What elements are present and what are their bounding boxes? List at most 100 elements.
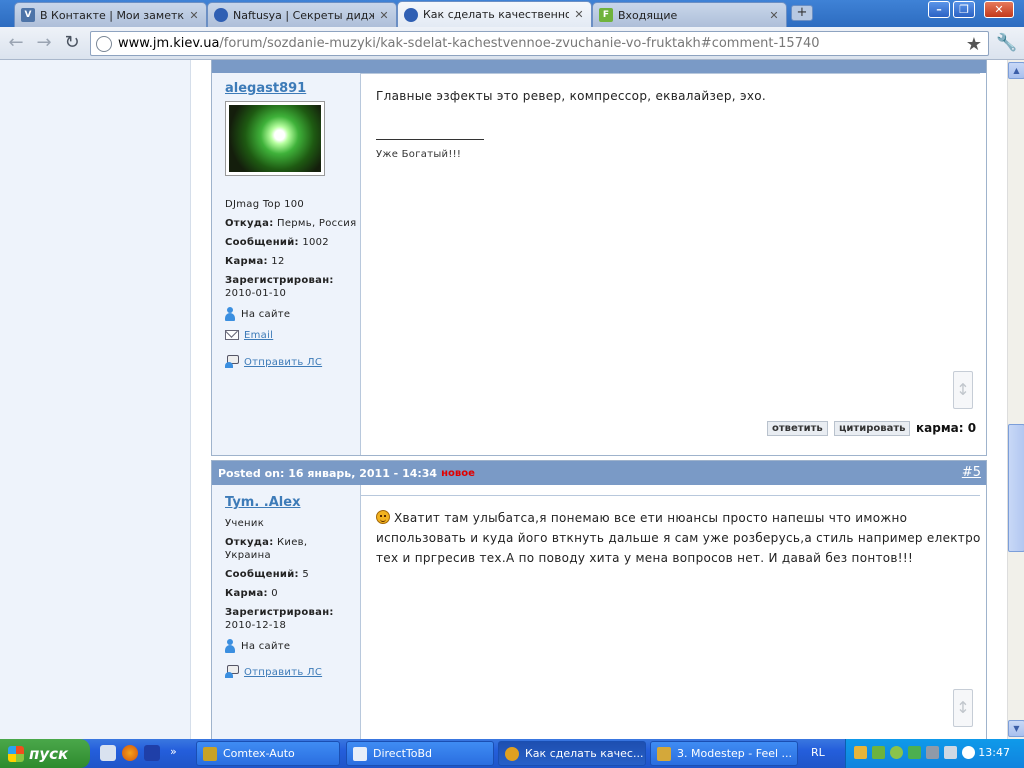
taskbar-item[interactable]: Comtex-Auto [196,741,340,766]
system-tray: 13:47 [845,739,1024,768]
tab-title: В Контакте | Мои заметки [40,8,184,22]
taskbar: пуск » Comtex-Auto DirectToBd Как сделат… [0,739,1024,768]
back-button[interactable]: ← [5,33,27,55]
reply-button[interactable]: ответить [767,421,828,436]
author-karma: Карма: 0 [225,588,278,599]
tab-active-page[interactable]: Как сделать качественное ✕ [397,1,592,27]
user-online-icon [225,307,235,321]
online-status: На сайте [225,639,290,653]
post-body: Tym. .Alex Ученик Откуда: Киев, Украина С… [212,485,986,739]
author-message-count: Сообщений: 5 [225,569,309,580]
app-icon [203,746,217,761]
author-rank: Ученик [225,518,265,529]
forward-button[interactable]: → [33,33,55,55]
scroll-thumb[interactable] [1008,424,1024,552]
user-online-icon [225,639,235,653]
firefox-icon[interactable] [122,745,138,761]
url-path: /forum/sozdanie-muzyki/kak-sdelat-kaches… [219,36,820,51]
vertical-scrollbar[interactable]: ▲ ▼ [1007,60,1024,739]
taskbar-item-active[interactable]: Как сделать качес... [498,741,646,766]
tab-vkontakte[interactable]: V В Контакте | Мои заметки ✕ [14,2,207,27]
wrench-icon[interactable]: 🔧 [996,33,1017,53]
tab-inbox[interactable]: F Входящие ✕ [592,2,787,27]
tab-naftusya[interactable]: Naftusya | Секреты диджея ✕ [207,2,397,27]
author-name-link[interactable]: alegast891 [225,81,306,96]
tray-icon[interactable] [872,746,885,759]
volume-icon[interactable] [962,746,975,759]
site-favicon-icon [404,7,418,22]
url-host: www.jm.kiev.ua [118,36,220,51]
divider [361,495,980,496]
left-sidebar [0,60,191,739]
forum-content: alegast891 DJmag Top 100 Откуда: Пермь, … [191,60,1007,739]
chrome-icon [505,746,519,761]
tab-title: Входящие [618,8,678,22]
send-pm-link[interactable]: Отправить ЛС [244,667,322,678]
divider [361,73,980,74]
author-registered: Зарегистрирован: 2010-01-10 [225,275,334,299]
start-button[interactable]: пуск [0,739,90,768]
avatar [225,101,325,176]
vk-favicon-icon: V [21,8,35,22]
tray-icon[interactable] [890,746,903,759]
start-label: пуск [29,744,69,763]
post-message: Главные эзфекты это ревер, компрессор, е… [376,89,767,103]
scroll-down-button[interactable]: ▼ [1008,720,1024,737]
close-icon[interactable]: ✕ [573,8,585,21]
site-favicon-icon [214,8,228,22]
author-karma: Карма: 12 [225,256,285,267]
globe-icon [96,35,112,52]
close-icon[interactable]: ✕ [768,9,780,22]
author-name-link[interactable]: Tym. .Alex [225,495,300,510]
minimize-button[interactable]: – [928,1,950,18]
chevron-right-icon[interactable]: » [170,745,180,761]
forum-post: alegast891 DJmag Top 100 Откуда: Пермь, … [211,60,987,456]
post-permalink[interactable]: #5 [962,465,981,480]
online-status: На сайте [225,307,290,321]
close-icon[interactable]: ✕ [378,9,390,22]
author-location: Откуда: Пермь, Россия [225,218,357,229]
tray-icon[interactable] [854,746,867,759]
taskbar-item[interactable]: 3. Modestep - Feel ... [650,741,798,766]
mail-icon [225,330,239,340]
address-bar[interactable]: www.jm.kiev.ua/forum/sozdanie-muzyki/kak… [90,31,989,56]
author-rank: DJmag Top 100 [225,199,305,210]
mail-favicon-icon: F [599,8,613,22]
message-panel: Хватит там улыбатса,я понемаю все ети ню… [361,485,986,739]
app-quicklaunch-icon[interactable] [144,745,160,761]
close-window-button[interactable]: ✕ [984,1,1014,18]
author-location: Откуда: Киев, Украина [225,537,308,561]
maximize-button[interactable]: ❐ [953,1,975,18]
clock: 13:47 [978,746,1010,759]
send-pm-link[interactable]: Отправить ЛС [244,357,322,368]
bookmark-star-icon[interactable]: ★ [966,34,982,55]
network-icon[interactable] [926,746,939,759]
message-panel: Главные эзфекты это ревер, компрессор, е… [361,73,986,455]
email-link[interactable]: Email [244,330,273,341]
post-body: alegast891 DJmag Top 100 Откуда: Пермь, … [212,73,986,455]
tray-icon[interactable] [944,746,957,759]
post-signature: Уже Богатый!!! [376,149,462,160]
private-message-icon [225,355,239,369]
tab-strip: V В Контакте | Мои заметки ✕ Naftusya | … [0,0,1024,27]
language-indicator[interactable]: RL [811,746,825,759]
scroll-top-arrows-icon[interactable]: ↕ [953,371,973,409]
quote-button[interactable]: цитировать [834,421,911,436]
reload-button[interactable]: ↻ [61,33,83,55]
close-icon[interactable]: ✕ [188,9,200,22]
forum-post: Posted on: 16 январь, 2011 - 14:34 новое… [211,460,987,739]
private-message-icon [225,665,239,679]
media-player-icon [657,746,671,761]
new-badge: новое [441,467,475,479]
windows-logo-icon [8,745,24,762]
post-date: Posted on: 16 январь, 2011 - 14:34 [218,466,438,480]
window-icon [353,746,367,761]
scroll-top-arrows-icon[interactable]: ↕ [953,689,973,727]
tab-title: Naftusya | Секреты диджея [233,8,374,22]
scroll-up-button[interactable]: ▲ [1008,62,1024,79]
mail-quicklaunch-icon[interactable] [100,745,116,761]
taskbar-item[interactable]: DirectToBd [346,741,494,766]
author-registered: Зарегистрирован: 2010-12-18 [225,607,334,631]
tray-icon[interactable] [908,746,921,759]
new-tab-button[interactable]: + [791,5,813,21]
